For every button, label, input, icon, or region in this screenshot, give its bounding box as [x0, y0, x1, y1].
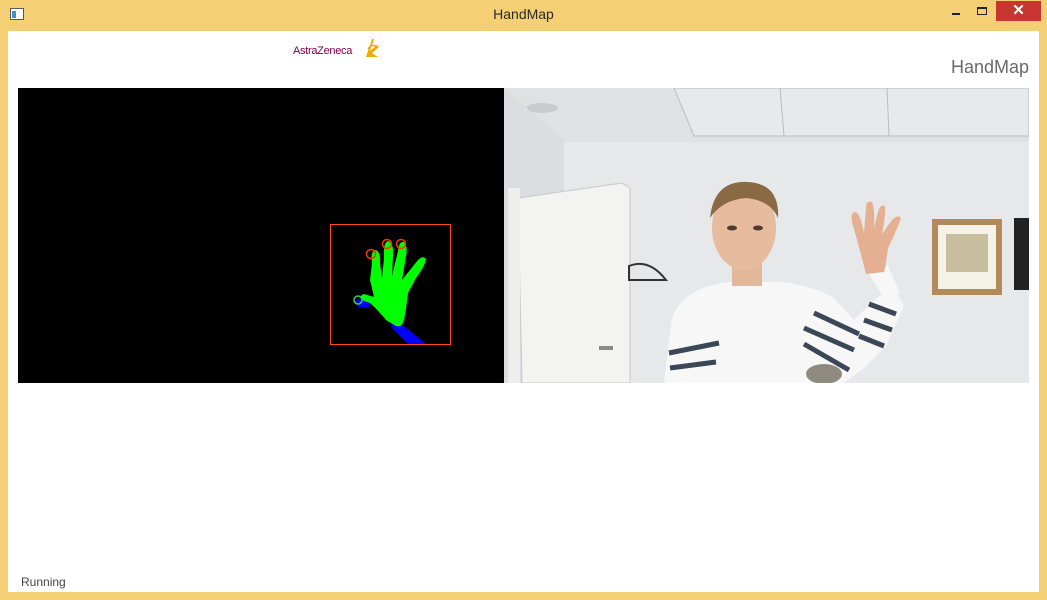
logo-text: AstraZeneca: [293, 45, 353, 57]
color-camera-view: [504, 88, 1029, 383]
depth-map-view: [18, 88, 504, 383]
ceiling-tiles: [673, 88, 1029, 137]
status-text: Running: [21, 575, 66, 589]
camera-feeds: [18, 88, 1029, 383]
window-title: HandMap: [493, 6, 554, 22]
close-button[interactable]: ✕: [996, 1, 1041, 21]
maximize-button[interactable]: [969, 1, 995, 21]
app-window: HandMap ✕ AstraZeneca HandMap Running: [0, 0, 1047, 600]
title-bar[interactable]: HandMap ✕: [0, 0, 1047, 31]
minimize-icon: [952, 13, 960, 15]
close-icon: ✕: [1012, 2, 1025, 19]
page-title: HandMap: [950, 57, 1029, 77]
hand-mask-canvas: [330, 224, 451, 345]
camera-frame: [504, 88, 1029, 383]
main-content: AstraZeneca HandMap Running: [8, 31, 1039, 592]
hand-mask: [360, 241, 426, 327]
minimize-button[interactable]: [943, 1, 969, 21]
astrazeneca-symbol-icon: [366, 39, 379, 57]
maximize-icon: [977, 7, 987, 15]
